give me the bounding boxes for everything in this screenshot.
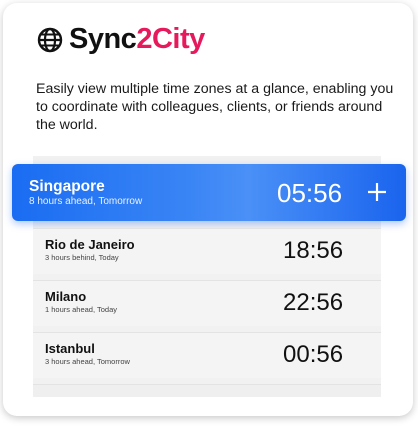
timezone-row[interactable]: Milano 1 hours ahead, Today 22:56 bbox=[33, 280, 381, 326]
time-offset: 3 hours behind, Today bbox=[45, 253, 119, 262]
globe-icon bbox=[37, 27, 63, 52]
time-offset: 3 hours ahead, Tomorrow bbox=[45, 357, 130, 366]
brand-main: Sync bbox=[69, 23, 137, 55]
brand-accent: 2City bbox=[136, 23, 205, 55]
city-name: Istanbul bbox=[45, 341, 95, 356]
city-name: Milano bbox=[45, 289, 87, 304]
featured-offset: 8 hours ahead, Tomorrow bbox=[29, 196, 143, 207]
city-time: 00:56 bbox=[283, 341, 344, 368]
city-name: Rio de Janeiro bbox=[45, 237, 135, 252]
featured-timezone-card[interactable]: Singapore 8 hours ahead, Tomorrow 05:56 bbox=[12, 164, 406, 221]
city-time: 22:56 bbox=[283, 289, 344, 316]
app-description: Easily view multiple time zones at a gla… bbox=[36, 81, 394, 133]
plus-icon bbox=[368, 183, 386, 201]
add-timezone-button[interactable] bbox=[364, 174, 390, 210]
time-offset: 1 hours ahead, Today bbox=[45, 305, 118, 314]
app-logo: Sync2City bbox=[37, 23, 205, 56]
timezone-row-partial bbox=[33, 384, 381, 397]
city-time: 18:56 bbox=[283, 237, 344, 264]
featured-city-name: Singapore bbox=[29, 178, 105, 195]
timezone-row[interactable]: Rio de Janeiro 3 hours behind, Today 18:… bbox=[33, 228, 381, 274]
app-title: Sync2City bbox=[69, 23, 205, 56]
timezone-row[interactable]: Istanbul 3 hours ahead, Tomorrow 00:56 bbox=[33, 332, 381, 378]
featured-time: 05:56 bbox=[277, 178, 343, 208]
